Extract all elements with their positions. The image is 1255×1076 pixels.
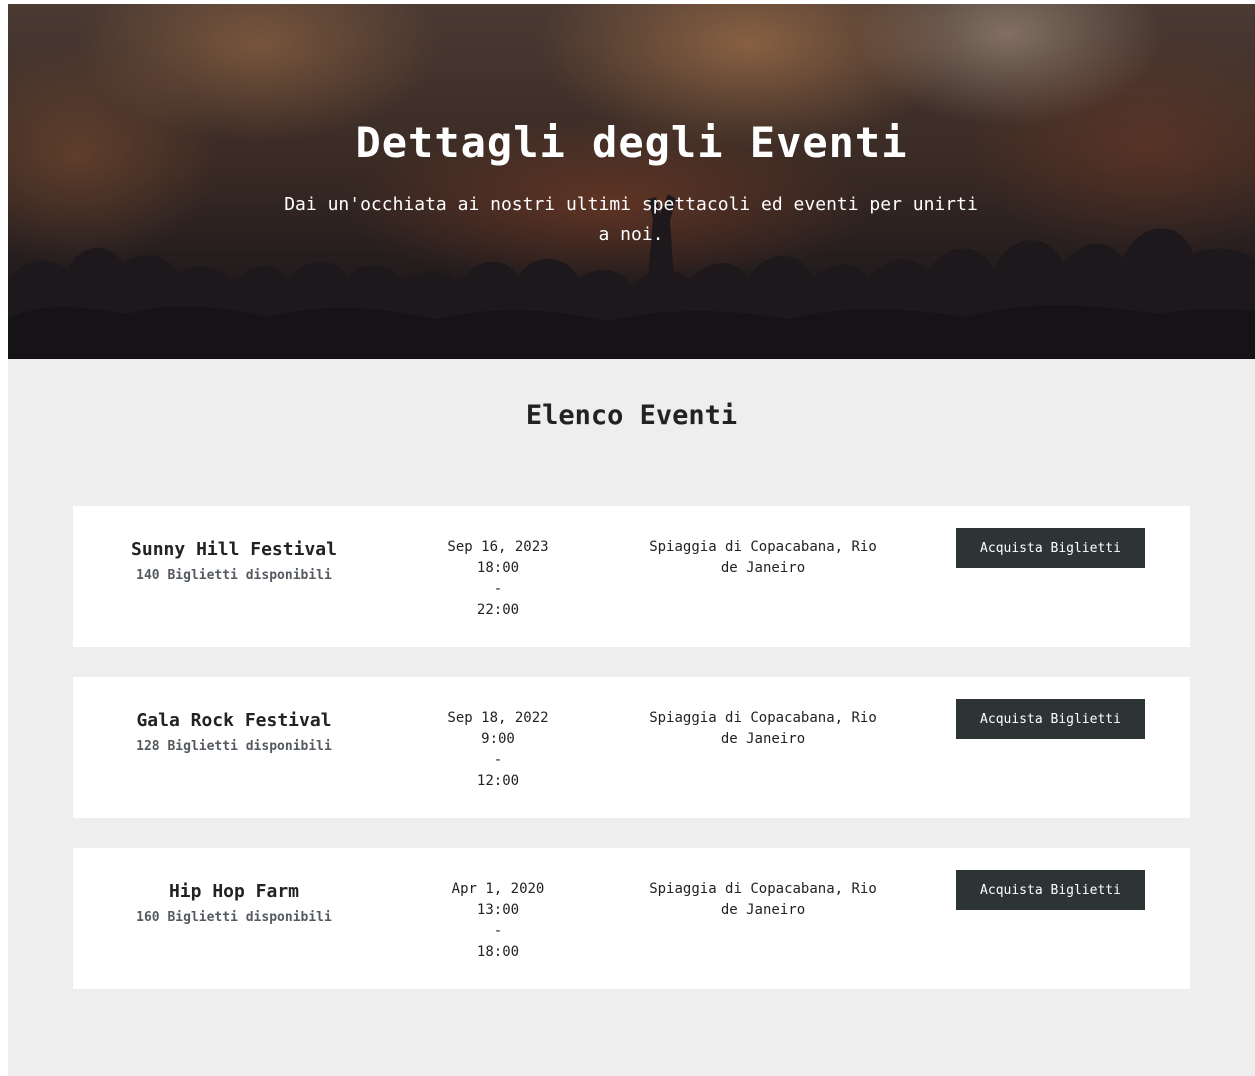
event-tickets-available: 160 Biglietti disponibili (136, 910, 332, 925)
buy-tickets-button[interactable]: Acquista Biglietti (956, 528, 1145, 568)
event-date: Sep 18, 2022 (447, 710, 549, 726)
event-location: Spiaggia di Copacabana, Rio de Janeiro (649, 539, 877, 576)
event-name: Gala Rock Festival (136, 710, 332, 731)
event-card: Gala Rock Festival 128 Biglietti disponi… (73, 677, 1190, 818)
page: Dettagli degli Eventi Dai un'occhiata ai… (8, 4, 1255, 1076)
event-start-time: 13:00 (476, 902, 520, 918)
event-time-separator: - (493, 923, 503, 939)
event-location: Spiaggia di Copacabana, Rio de Janeiro (649, 710, 877, 747)
event-datetime: Apr 1, 2020 13:00 - 18:00 (408, 879, 588, 963)
event-tickets-available: 140 Biglietti disponibili (136, 568, 332, 583)
event-end-time: 12:00 (476, 773, 520, 789)
event-datetime: Sep 18, 2022 9:00 - 12:00 (408, 708, 588, 792)
hero-title: Dettagli degli Eventi (355, 118, 908, 167)
hero-banner: Dettagli degli Eventi Dai un'occhiata ai… (8, 4, 1255, 359)
event-info: Hip Hop Farm 160 Biglietti disponibili (73, 881, 395, 925)
event-end-time: 22:00 (476, 602, 520, 618)
event-tickets-available: 128 Biglietti disponibili (136, 739, 332, 754)
event-card: Sunny Hill Festival 140 Biglietti dispon… (73, 506, 1190, 647)
event-start-time: 18:00 (476, 560, 520, 576)
hero-subtitle: Dai un'occhiata ai nostri ultimi spettac… (284, 194, 978, 245)
crowd-silhouette-image (8, 194, 1255, 359)
event-name: Hip Hop Farm (168, 881, 300, 902)
event-end-time: 18:00 (476, 944, 520, 960)
event-name: Sunny Hill Festival (131, 539, 337, 560)
event-start-time: 9:00 (481, 731, 515, 747)
event-time-separator: - (493, 581, 503, 597)
event-location: Spiaggia di Copacabana, Rio de Janeiro (649, 881, 877, 918)
event-time-separator: - (493, 752, 503, 768)
events-section-title: Elenco Eventi (525, 400, 738, 431)
event-info: Sunny Hill Festival 140 Biglietti dispon… (73, 539, 395, 583)
buy-tickets-button[interactable]: Acquista Biglietti (956, 870, 1145, 910)
event-date: Apr 1, 2020 (451, 881, 545, 897)
event-list: Sunny Hill Festival 140 Biglietti dispon… (73, 506, 1190, 1019)
event-info: Gala Rock Festival 128 Biglietti disponi… (73, 710, 395, 754)
event-datetime: Sep 16, 2023 18:00 - 22:00 (408, 537, 588, 621)
event-date: Sep 16, 2023 (447, 539, 549, 555)
event-card: Hip Hop Farm 160 Biglietti disponibili A… (73, 848, 1190, 989)
buy-tickets-button[interactable]: Acquista Biglietti (956, 699, 1145, 739)
